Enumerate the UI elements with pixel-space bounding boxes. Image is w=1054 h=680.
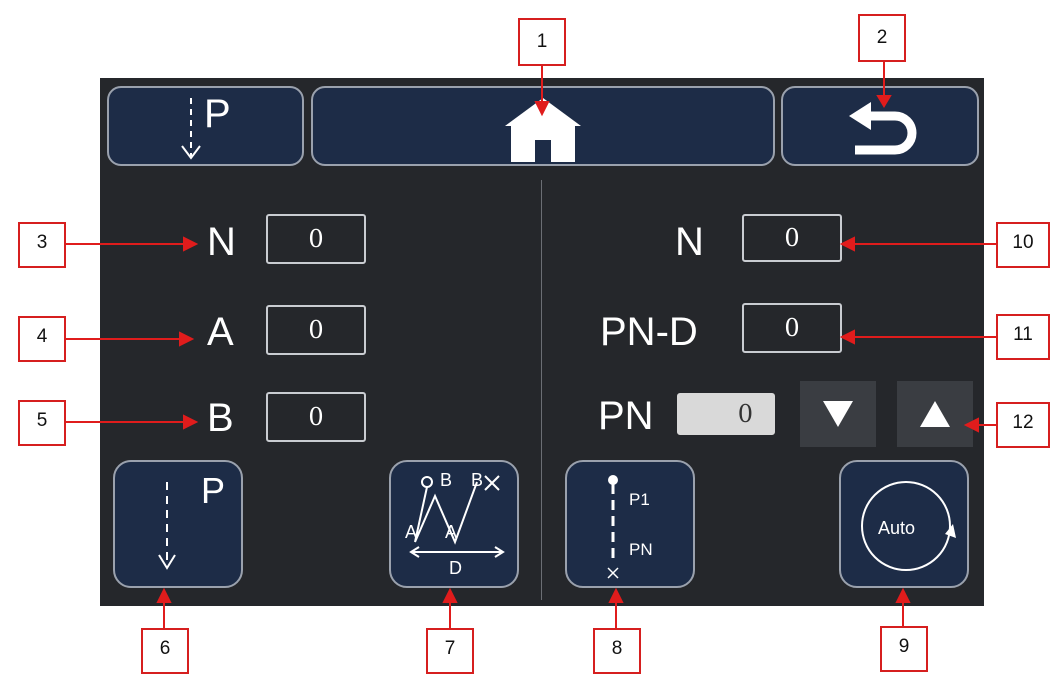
callout-7: 7	[426, 628, 474, 674]
right-pnd-field[interactable]: 0	[742, 303, 842, 353]
p-descend-button[interactable]: P	[113, 460, 243, 588]
callout-12: 12	[996, 402, 1050, 448]
p-down-button-label: P	[204, 92, 231, 136]
auto-button[interactable]: Auto	[839, 460, 969, 588]
undo-icon	[849, 102, 917, 155]
callout-10: 10	[996, 222, 1050, 268]
left-n-label: N	[207, 220, 236, 264]
panel-divider	[541, 180, 542, 600]
pn-short-label: PN	[629, 540, 653, 559]
p1-label: P1	[629, 490, 650, 509]
left-b-field[interactable]: 0	[266, 392, 366, 442]
p-down-button[interactable]: P	[107, 86, 304, 166]
callout-2: 2	[858, 14, 906, 62]
pattern-d-label: D	[449, 558, 462, 578]
p1-pn-button[interactable]: P1 PN	[565, 460, 695, 588]
pn-value-field[interactable]: 0	[677, 393, 775, 435]
pattern-b1-label: B	[440, 470, 453, 490]
callout-6: 6	[141, 628, 189, 674]
callout-4: 4	[18, 316, 66, 362]
pn-increment-button[interactable]	[897, 381, 973, 447]
pattern-b2-label: B	[471, 470, 484, 490]
callout-3: 3	[18, 222, 66, 268]
pattern-a1-label: A	[405, 522, 418, 542]
callout-1: 1	[518, 18, 566, 66]
right-pnd-label: PN-D	[600, 310, 698, 354]
callout-9: 9	[880, 626, 928, 672]
left-a-label: A	[207, 310, 234, 354]
callout-5: 5	[18, 400, 66, 446]
home-icon	[505, 98, 581, 162]
auto-label: Auto	[878, 518, 916, 538]
left-b-label: B	[207, 396, 234, 440]
pn-decrement-button[interactable]	[800, 381, 876, 447]
back-button[interactable]	[781, 86, 979, 166]
callout-8: 8	[593, 628, 641, 674]
dashed-down-arrow-icon	[158, 482, 176, 570]
needle-path-icon	[607, 475, 619, 579]
right-n-label: N	[675, 220, 704, 264]
callout-11: 11	[996, 314, 1050, 360]
left-n-field[interactable]: 0	[266, 214, 366, 264]
left-a-field[interactable]: 0	[266, 305, 366, 355]
triangle-down-icon	[823, 401, 853, 427]
pattern-button[interactable]: B B A A D	[389, 460, 519, 588]
right-n-field[interactable]: 0	[742, 214, 842, 262]
right-pn-label: PN	[598, 394, 654, 438]
p-descend-label: P	[201, 470, 226, 511]
home-button[interactable]	[311, 86, 775, 166]
triangle-up-icon	[920, 401, 950, 427]
pattern-a2-label: A	[445, 522, 458, 542]
